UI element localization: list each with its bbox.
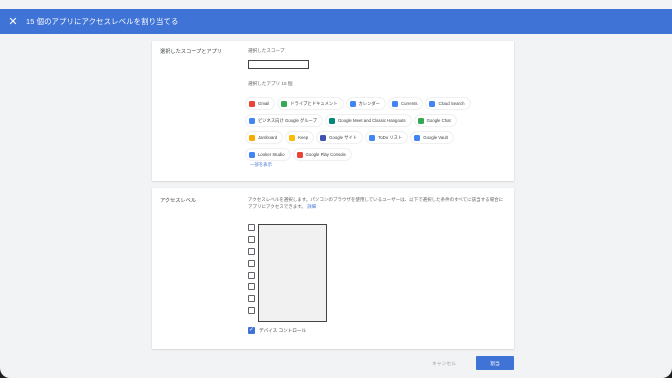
app-chip-label: ToDo リスト (378, 134, 403, 140)
apps-heading: 選択したアプリ 15 個 (248, 81, 293, 86)
scope-card: 選択したスコープとアプリ 選択したスコープ 選択したアプリ 15 個 Gmail… (152, 41, 514, 181)
cancel-button[interactable]: キャンセル (432, 360, 456, 367)
currents-icon (391, 100, 398, 107)
app-chip-row: Gmail ドライブとドキュメント カレンダー Currents Cloud Searc… (246, 95, 508, 112)
access-level-checkbox[interactable] (248, 235, 255, 243)
app-chip: ドライブとドキュメント (278, 98, 343, 109)
play-console-icon (296, 151, 303, 158)
app-chip: Looker Studio (246, 149, 290, 160)
app-chip-label: Currents (400, 101, 418, 106)
dialog-frame: ✕ 15 個のアプリにアクセスレベルを割り当てる 選択したスコープとアプリ 選択… (0, 0, 672, 378)
access-description: アクセスレベルを選択します。パソコンのブラウザを使用しているユーザーは、以下で選… (248, 196, 510, 210)
app-chip: ToDo リスト (366, 132, 408, 143)
keep-icon (289, 134, 296, 141)
app-chip: Google サイト (317, 132, 363, 143)
app-chips: Gmail ドライブとドキュメント カレンダー Currents Cloud Searc… (246, 95, 508, 163)
access-level-checkbox[interactable] (248, 247, 255, 255)
access-level-checkbox[interactable] (248, 307, 255, 315)
sites-icon (320, 134, 327, 141)
app-chip-label: ビジネス向け Google グループ (258, 117, 317, 123)
chat-icon (417, 117, 424, 124)
app-chip: Gmail (246, 98, 275, 109)
header-bar: ✕ 15 個のアプリにアクセスレベルを割り当てる (0, 9, 672, 34)
app-chip-label: Google Vault (423, 135, 448, 140)
calendar-icon (349, 100, 356, 107)
access-description-text-2: アプリにアクセスできます。 (248, 204, 306, 210)
device-control-row[interactable]: ✓ デバイス コントロール (248, 327, 306, 334)
app-chip: Google Chat (414, 115, 456, 126)
scope-section-label: 選択したスコープとアプリ (160, 49, 222, 55)
access-level-checkbox[interactable] (248, 283, 255, 291)
access-level-checkbox[interactable] (248, 295, 255, 303)
access-section-label: アクセスレベル (160, 198, 197, 204)
gmail-icon (249, 100, 255, 107)
app-chip: Google Meet and Classic Hangouts (325, 115, 411, 126)
looker-studio-icon (249, 151, 255, 158)
drive-icon (281, 100, 288, 107)
app-chip-label: Google サイト (329, 134, 358, 140)
groups-icon (249, 117, 255, 124)
access-card: アクセスレベル アクセスレベルを選択します。パソコンのブラウザを使用しているユー… (152, 188, 514, 349)
scope-heading: 選択したスコープ (248, 48, 285, 53)
app-chip-label: Google Play Console (305, 152, 346, 157)
top-strip (0, 0, 672, 9)
app-chip-label: Keep (298, 135, 309, 140)
device-control-checkbox[interactable]: ✓ (248, 327, 255, 334)
access-description-text: アクセスレベルを選択します。パソコンのブラウザを使用しているユーザーは、以下で選… (248, 197, 504, 202)
app-chip-label: Gmail (258, 101, 270, 106)
app-chip-row: Jamboard Keep Google サイト ToDo リスト Google Vau… (246, 129, 508, 146)
cloud-search-icon (429, 100, 436, 107)
app-chip: Google Vault (411, 132, 453, 143)
app-chip-label: Google Meet and Classic Hangouts (337, 118, 406, 123)
dialog-title: 15 個のアプリにアクセスレベルを割り当てる (26, 17, 179, 26)
app-chip-row: ビジネス向け Google グループ Google Meet and Classi… (246, 112, 508, 129)
app-chip-label: Cloud Search (438, 101, 465, 106)
app-chip: Google Play Console (293, 149, 351, 160)
app-chip-label: Looker Studio (258, 152, 285, 157)
show-less-link[interactable]: 一部を表示 (250, 162, 272, 168)
apply-button[interactable]: 割当 (476, 356, 514, 370)
access-level-checkbox[interactable] (248, 271, 255, 279)
access-level-checkboxes (248, 224, 255, 319)
access-level-checkbox[interactable] (248, 224, 255, 231)
todo-icon (369, 134, 376, 141)
app-chip-row: Looker Studio Google Play Console (246, 146, 508, 163)
app-chip-label: ドライブとドキュメント (290, 100, 338, 106)
access-level-names-redacted (258, 224, 327, 322)
jamboard-icon (249, 134, 255, 141)
close-icon[interactable]: ✕ (2, 15, 24, 28)
app-chip: ビジネス向け Google グループ (246, 115, 322, 126)
details-link[interactable]: 詳細 (307, 204, 316, 209)
device-control-label: デバイス コントロール (259, 327, 307, 333)
meet-icon (328, 117, 335, 124)
app-chip-label: Google Chat (426, 118, 451, 123)
vault-icon (414, 134, 421, 141)
app-chip: カレンダー (346, 98, 385, 109)
app-chip: Currents (388, 98, 423, 109)
scope-redacted-box (248, 60, 309, 69)
app-chip-label: Jamboard (258, 135, 278, 140)
app-chip: Keep (286, 132, 314, 143)
app-chip-label: カレンダー (358, 100, 380, 106)
access-level-checkbox[interactable] (248, 259, 255, 267)
app-chip: Cloud Search (426, 98, 470, 109)
app-chip: Jamboard (246, 132, 283, 143)
